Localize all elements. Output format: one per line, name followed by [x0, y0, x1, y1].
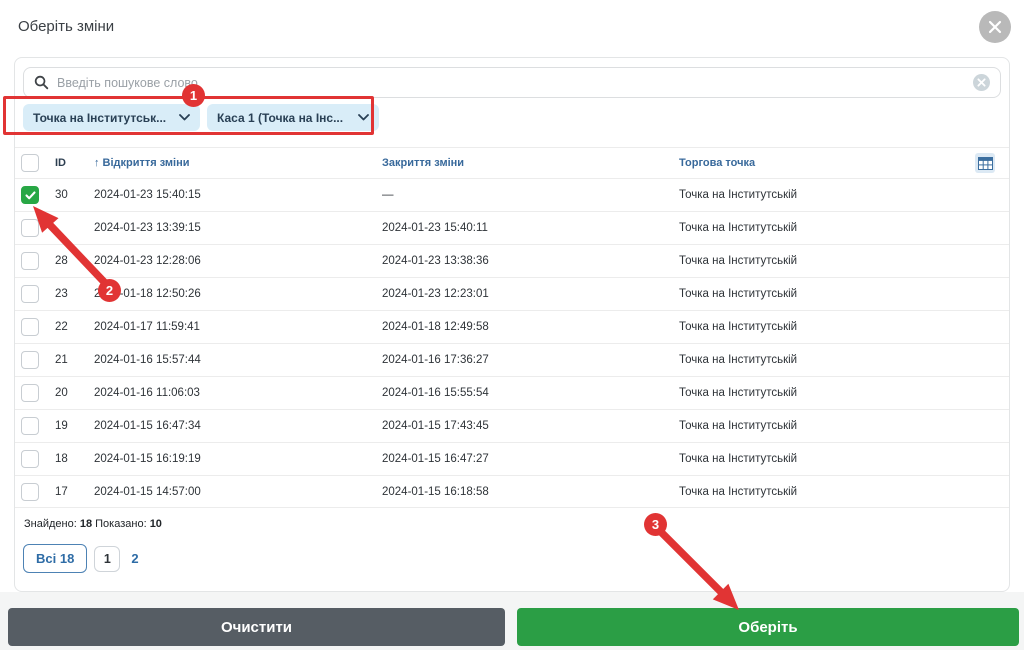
row-closing-time: 2024-01-16 15:55:54 — [382, 387, 679, 399]
row-outlet: Точка на Інститутській — [679, 222, 969, 234]
pagination: Всі 18 1 2 — [23, 544, 139, 573]
row-closing-time: 2024-01-16 17:36:27 — [382, 354, 679, 366]
row-outlet: Точка на Інститутській — [679, 255, 969, 267]
close-icon — [988, 20, 1002, 34]
results-summary: Знайдено: 18 Показано: 10 — [24, 518, 162, 530]
register-filter-value: Каса 1 (Точка на Інс... — [217, 111, 343, 125]
column-header-closing[interactable]: Закриття зміни — [382, 157, 679, 169]
table-row: 192024-01-15 16:47:342024-01-15 17:43:45… — [15, 409, 1009, 442]
row-checkbox[interactable] — [21, 351, 39, 369]
table-row: 302024-01-23 15:40:15—Точка на Інститутс… — [15, 178, 1009, 211]
shifts-panel: Введіть пошукове слово Точка на Інститут… — [14, 57, 1010, 592]
row-checkbox[interactable] — [21, 318, 39, 336]
row-checkbox[interactable] — [21, 384, 39, 402]
row-checkbox[interactable] — [21, 252, 39, 270]
row-id: 28 — [55, 255, 94, 267]
row-opening-time: 2024-01-15 16:47:34 — [94, 420, 382, 432]
table-row: 182024-01-15 16:19:192024-01-15 16:47:27… — [15, 442, 1009, 475]
row-id: 18 — [55, 453, 94, 465]
row-outlet: Точка на Інститутській — [679, 387, 969, 399]
row-id: 17 — [55, 486, 94, 498]
row-outlet: Точка на Інститутській — [679, 354, 969, 366]
column-header-id: ID — [55, 157, 94, 169]
search-clear-button[interactable] — [973, 74, 990, 91]
row-opening-time: 2024-01-16 15:57:44 — [94, 354, 382, 366]
row-opening-time: 2024-01-23 15:40:15 — [94, 189, 382, 201]
check-icon — [25, 191, 36, 200]
row-closing-time: 2024-01-18 12:49:58 — [382, 321, 679, 333]
row-closing-time: 2024-01-15 16:47:27 — [382, 453, 679, 465]
row-outlet: Точка на Інститутській — [679, 288, 969, 300]
clear-icon — [977, 78, 986, 87]
row-checkbox[interactable] — [21, 219, 39, 237]
search-placeholder: Введіть пошукове слово — [57, 76, 198, 90]
table-row: 282024-01-23 12:28:062024-01-23 13:38:36… — [15, 244, 1009, 277]
table-header-row: ID ↑Відкриття зміни Закриття зміни Торго… — [15, 147, 1009, 178]
sort-ascending-icon: ↑ — [94, 157, 100, 169]
column-header-opening[interactable]: ↑Відкриття зміни — [94, 157, 382, 169]
register-filter-dropdown[interactable]: Каса 1 (Точка на Інс... — [207, 104, 379, 131]
column-header-outlet[interactable]: Торгова точка — [679, 157, 969, 169]
row-checkbox[interactable] — [21, 450, 39, 468]
select-all-checkbox[interactable] — [21, 154, 39, 172]
row-opening-time: 2024-01-16 11:06:03 — [94, 387, 382, 399]
row-checkbox[interactable] — [21, 417, 39, 435]
shown-count: 10 — [150, 518, 162, 530]
row-outlet: Точка на Інститутській — [679, 486, 969, 498]
search-input[interactable]: Введіть пошукове слово — [23, 67, 1001, 98]
row-opening-time: 2024-01-23 12:28:06 — [94, 255, 382, 267]
table-columns-button[interactable] — [975, 153, 995, 173]
page-1-button[interactable]: 1 — [94, 546, 120, 572]
row-checkbox[interactable] — [21, 285, 39, 303]
table-row: 212024-01-16 15:57:442024-01-16 17:36:27… — [15, 343, 1009, 376]
outlet-filter-value: Точка на Інститутськ... — [33, 111, 166, 125]
table-row: 202024-01-16 11:06:032024-01-16 15:55:54… — [15, 376, 1009, 409]
row-opening-time: 2024-01-15 16:19:19 — [94, 453, 382, 465]
found-count: 18 — [80, 518, 92, 530]
row-opening-time: 2024-01-15 14:57:00 — [94, 486, 382, 498]
filters-bar: Точка на Інститутськ... Каса 1 (Точка на… — [23, 104, 379, 131]
row-closing-time: 2024-01-23 13:38:36 — [382, 255, 679, 267]
row-id: 22 — [55, 321, 94, 333]
row-id: 20 — [55, 387, 94, 399]
outlet-filter-dropdown[interactable]: Точка на Інститутськ... — [23, 104, 200, 131]
row-closing-time: 2024-01-23 12:23:01 — [382, 288, 679, 300]
row-outlet: Точка на Інститутській — [679, 420, 969, 432]
row-checkbox[interactable] — [21, 186, 39, 204]
search-icon — [34, 75, 49, 90]
row-id: 21 — [55, 354, 94, 366]
page-title: Оберіть зміни — [18, 18, 114, 35]
row-id: 23 — [55, 288, 94, 300]
chevron-down-icon — [358, 114, 369, 121]
row-id: 19 — [55, 420, 94, 432]
shifts-table: ID ↑Відкриття зміни Закриття зміни Торго… — [15, 147, 1009, 508]
table-row: 232024-01-18 12:50:262024-01-23 12:23:01… — [15, 277, 1009, 310]
table-body: 302024-01-23 15:40:15—Точка на Інститутс… — [15, 178, 1009, 508]
page-all-button[interactable]: Всі 18 — [23, 544, 87, 573]
clear-button[interactable]: Очистити — [8, 608, 505, 646]
row-closing-time: 2024-01-15 17:43:45 — [382, 420, 679, 432]
row-id: 30 — [55, 189, 94, 201]
table-row: 2024-01-23 13:39:152024-01-23 15:40:11То… — [15, 211, 1009, 244]
close-button[interactable] — [979, 11, 1011, 43]
row-outlet: Точка на Інститутській — [679, 189, 969, 201]
table-grid-icon — [978, 157, 993, 170]
table-row: 172024-01-15 14:57:002024-01-15 16:18:58… — [15, 475, 1009, 508]
row-closing-time: 2024-01-23 15:40:11 — [382, 222, 679, 234]
row-opening-time: 2024-01-17 11:59:41 — [94, 321, 382, 333]
row-opening-time: 2024-01-18 12:50:26 — [94, 288, 382, 300]
row-closing-time: 2024-01-15 16:18:58 — [382, 486, 679, 498]
row-outlet: Точка на Інститутській — [679, 453, 969, 465]
page-2-link[interactable]: 2 — [131, 551, 138, 566]
row-outlet: Точка на Інститутській — [679, 321, 969, 333]
select-button[interactable]: Оберіть — [517, 608, 1019, 646]
row-opening-time: 2024-01-23 13:39:15 — [94, 222, 382, 234]
row-checkbox[interactable] — [21, 483, 39, 501]
table-row: 222024-01-17 11:59:412024-01-18 12:49:58… — [15, 310, 1009, 343]
chevron-down-icon — [179, 114, 190, 121]
select-shifts-modal: Оберіть зміни Введіть пошукове слово Точ… — [0, 0, 1024, 650]
row-closing-time: — — [382, 189, 679, 201]
